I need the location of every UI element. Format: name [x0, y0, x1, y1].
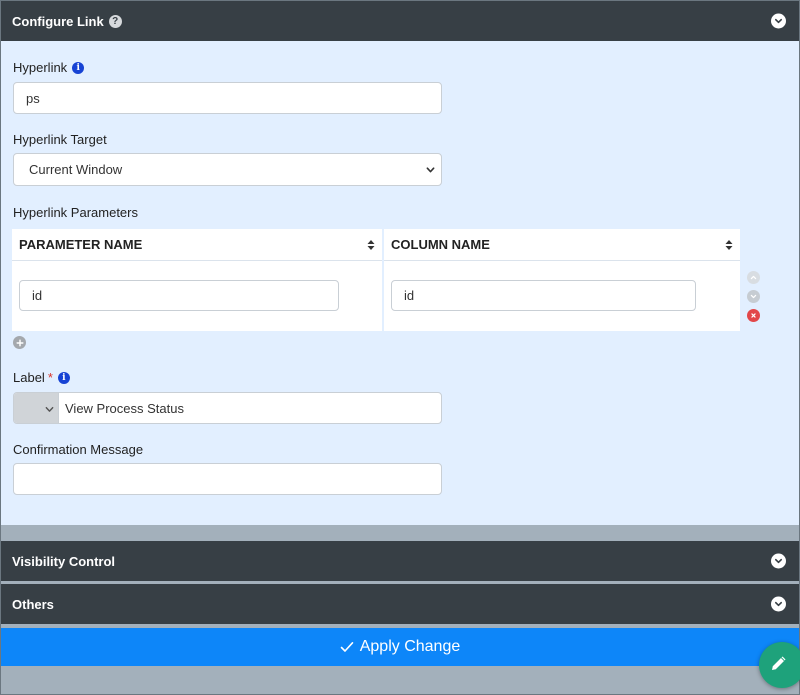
info-icon[interactable]: i — [57, 371, 70, 384]
configure-link-body: Hyperlink i ps Hyperlink Target Current … — [1, 41, 799, 525]
apply-change-button[interactable]: Apply Change — [1, 628, 799, 666]
column-header-parameter-name[interactable]: PARAMETER NAME — [12, 229, 382, 261]
column-header-column-name[interactable]: COLUMN NAME — [384, 229, 740, 261]
move-up-icon[interactable] — [747, 271, 760, 284]
others-title: Others — [12, 596, 54, 612]
edit-fab-button[interactable] — [759, 642, 800, 688]
info-icon[interactable]: i — [72, 61, 85, 74]
visibility-control-header[interactable]: Visibility Control — [1, 541, 799, 581]
add-row-icon[interactable] — [13, 336, 26, 349]
hyperlink-label-text: Hyperlink — [13, 60, 68, 75]
chevron-down-icon[interactable] — [771, 596, 786, 612]
confirmation-message-label-text: Confirmation Message — [13, 442, 144, 457]
hyperlink-input-value: ps — [26, 90, 40, 106]
required-marker: * — [47, 370, 53, 385]
hyperlink-parameters-label: Hyperlink Parameters — [13, 205, 138, 220]
configure-link-header[interactable]: Configure Link ? — [1, 1, 799, 41]
section-divider — [1, 525, 799, 541]
help-icon[interactable]: ? — [108, 14, 122, 28]
move-down-icon[interactable] — [747, 290, 760, 303]
confirmation-message-label: Confirmation Message — [13, 442, 143, 457]
hyperlink-target-value: Current Window — [29, 162, 123, 177]
parameter-name-input[interactable]: id — [19, 280, 339, 311]
sort-icon[interactable] — [367, 239, 375, 250]
label-input-value[interactable]: View Process Status — [59, 401, 184, 416]
confirmation-message-input[interactable] — [13, 463, 442, 495]
hyperlink-parameters-table: PARAMETER NAME COLUMN NAME id id — [12, 229, 740, 331]
hyperlink-label: Hyperlink i — [13, 60, 85, 75]
remove-row-icon[interactable] — [747, 309, 760, 322]
column-header-column-name-text: COLUMN NAME — [391, 237, 490, 252]
visibility-control-title: Visibility Control — [12, 553, 116, 569]
configure-link-title: Configure Link — [12, 13, 104, 29]
hyperlink-input[interactable]: ps — [13, 82, 442, 114]
chevron-down-icon — [45, 406, 54, 412]
sort-icon[interactable] — [725, 239, 733, 250]
pencil-icon — [772, 656, 786, 670]
column-name-value: id — [404, 288, 415, 303]
label-field-label-text: Label — [13, 370, 45, 385]
hyperlink-target-label-text: Hyperlink Target — [13, 132, 107, 147]
hyperlink-target-label: Hyperlink Target — [13, 132, 107, 147]
table-cell-column-name: id — [384, 261, 740, 331]
hyperlink-parameters-label-text: Hyperlink Parameters — [13, 205, 138, 220]
chevron-down-icon[interactable] — [771, 13, 786, 29]
others-header[interactable]: Others — [1, 584, 799, 624]
apply-change-label: Apply Change — [359, 638, 461, 655]
chevron-down-icon[interactable] — [771, 553, 786, 569]
select-chevron-icon — [426, 166, 435, 172]
checkmark-icon — [340, 642, 354, 652]
label-input-group: View Process Status — [13, 392, 442, 424]
hyperlink-target-select[interactable]: Current Window — [13, 153, 442, 186]
label-language-dropdown[interactable] — [14, 393, 59, 423]
label-field-label: Label * i — [13, 370, 70, 385]
table-cell-parameter-name: id — [12, 261, 382, 331]
column-name-input[interactable]: id — [391, 280, 696, 311]
column-header-parameter-name-text: PARAMETER NAME — [19, 237, 143, 252]
parameter-name-value: id — [32, 288, 43, 303]
